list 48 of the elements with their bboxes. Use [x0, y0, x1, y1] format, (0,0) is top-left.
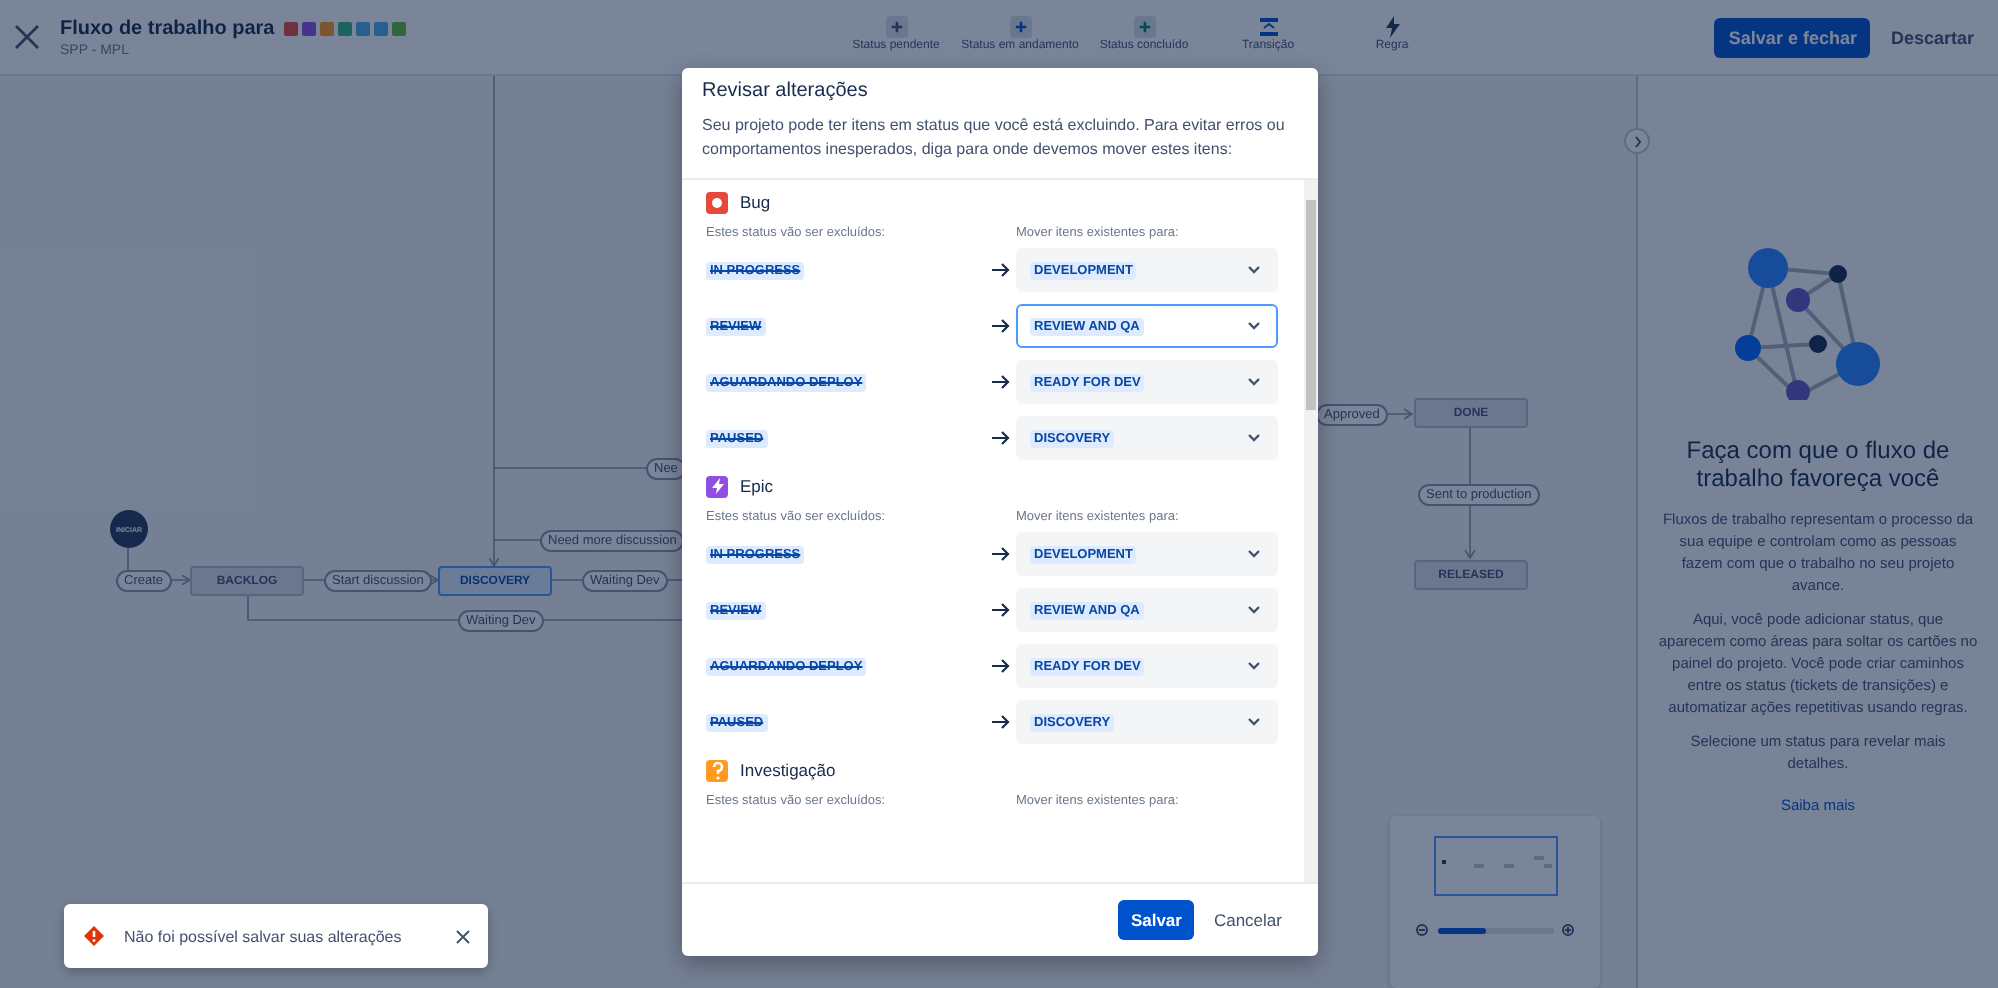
arrow-icon: [992, 602, 1010, 618]
arrow-icon: [992, 546, 1010, 562]
arrow-icon: [992, 262, 1010, 278]
workflow-title: Fluxo de trabalho para: [60, 17, 275, 39]
arrow-icon: [992, 374, 1010, 390]
chevron-down-icon: [1248, 434, 1260, 442]
zoom-in-icon[interactable]: [1561, 924, 1575, 938]
arrow-icon: [992, 318, 1010, 334]
save-close-button[interactable]: Salvar e fechar: [1714, 17, 1871, 57]
save-button[interactable]: Salvar: [1118, 900, 1194, 940]
issue-type-name: Epic: [740, 476, 774, 496]
minimap-preview-drawing: [1433, 836, 1557, 896]
cancel-button[interactable]: Cancelar: [1201, 900, 1294, 940]
chevron-down-icon: [1248, 550, 1260, 558]
error-icon: [84, 926, 104, 946]
zoom-slider[interactable]: [1437, 928, 1553, 934]
chevron-down-icon: [1248, 662, 1260, 670]
dialog-title: Revisar alterações: [700, 78, 870, 102]
close-button[interactable]: [452, 926, 472, 946]
arrow-icon: [992, 430, 1010, 446]
chevron-down-icon: [1248, 322, 1260, 330]
arrow-icon: [992, 714, 1010, 730]
chevron-down-icon: [1248, 606, 1260, 614]
chevron-down-icon: [1248, 266, 1260, 274]
chevron-down-icon: [1248, 378, 1260, 386]
lightning-icon: [1381, 16, 1403, 38]
plus-icon: [1133, 16, 1155, 38]
chevron-down-icon: [1248, 718, 1260, 726]
minimap[interactable]: [1390, 816, 1600, 988]
expand-button[interactable]: [1624, 128, 1650, 154]
lightning-icon: [706, 475, 728, 497]
discard-button[interactable]: Descartar: [1882, 17, 1982, 57]
close-icon: [13, 24, 39, 50]
toast-message: Não foi possível salvar suas alterações: [124, 927, 404, 945]
plus-icon: [885, 16, 907, 38]
bug-icon: [706, 191, 728, 213]
arrow-icon: [992, 658, 1010, 674]
panel-title: Faça com que o fluxo de trabalho favoreça você: [1684, 436, 1952, 492]
close-icon: [455, 929, 469, 943]
dialog-description: Seu projeto pode ter itens em status que você está excluindo. Para evitar erros ou comportamentos inesperados, diga para onde devemos mover estes itens:: [702, 114, 1287, 162]
zoom-out-icon[interactable]: [1415, 924, 1429, 938]
question-icon: [706, 759, 728, 781]
issue-type-name: Bug: [740, 192, 771, 212]
plus-icon: [1009, 16, 1031, 38]
chevron-right-icon: [1633, 135, 1641, 147]
issue-type-name: Investigação: [740, 760, 836, 780]
transition-icon: [1257, 16, 1279, 38]
scrollbar[interactable]: [1304, 180, 1318, 882]
